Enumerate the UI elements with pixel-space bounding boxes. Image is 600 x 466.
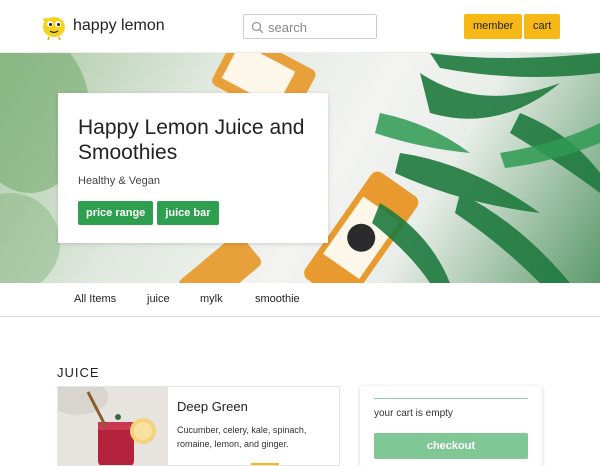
lemon-logo-icon[interactable] xyxy=(40,12,68,41)
search-icon xyxy=(251,21,264,34)
checkout-button[interactable]: checkout xyxy=(374,433,528,459)
nav-item-all-items[interactable]: All Items xyxy=(74,293,116,305)
brand-name[interactable]: happy lemon xyxy=(73,17,165,35)
price-range-tag[interactable]: price range xyxy=(78,201,154,225)
hero-tags: price range juice bar xyxy=(78,201,308,225)
product-image xyxy=(58,387,168,465)
product-description: Cucumber, celery, kale, spinach, romaine… xyxy=(177,425,307,449)
site-header: happy lemon member cart xyxy=(0,0,600,53)
nav-item-mylk[interactable]: mylk xyxy=(200,293,223,305)
cart-empty-message: your cart is empty xyxy=(374,408,453,419)
nav-item-smoothie[interactable]: smoothie xyxy=(255,293,300,305)
cart-button[interactable]: cart xyxy=(524,14,561,39)
hero-subtitle: Healthy & Vegan xyxy=(78,175,160,187)
cart-panel: your cart is empty checkout xyxy=(360,386,542,466)
hero-title: Happy Lemon Juice and Smoothies xyxy=(78,116,305,164)
hero-card: Happy Lemon Juice and Smoothies Healthy … xyxy=(58,93,328,243)
cart-divider xyxy=(374,398,528,399)
category-nav: All Items juice mylk smoothie xyxy=(0,283,600,317)
search-input[interactable] xyxy=(268,18,372,36)
juice-bar-tag[interactable]: juice bar xyxy=(157,201,219,225)
section-title: JUICE xyxy=(57,365,100,380)
nav-item-juice[interactable]: juice xyxy=(147,293,170,305)
member-button[interactable]: member xyxy=(464,14,523,39)
product-name: Deep Green xyxy=(177,399,248,414)
hero-banner: Happy Lemon Juice and Smoothies Healthy … xyxy=(0,53,600,283)
search-box[interactable] xyxy=(243,14,377,39)
product-card[interactable]: Deep Green Cucumber, celery, kale, spina… xyxy=(57,386,340,466)
